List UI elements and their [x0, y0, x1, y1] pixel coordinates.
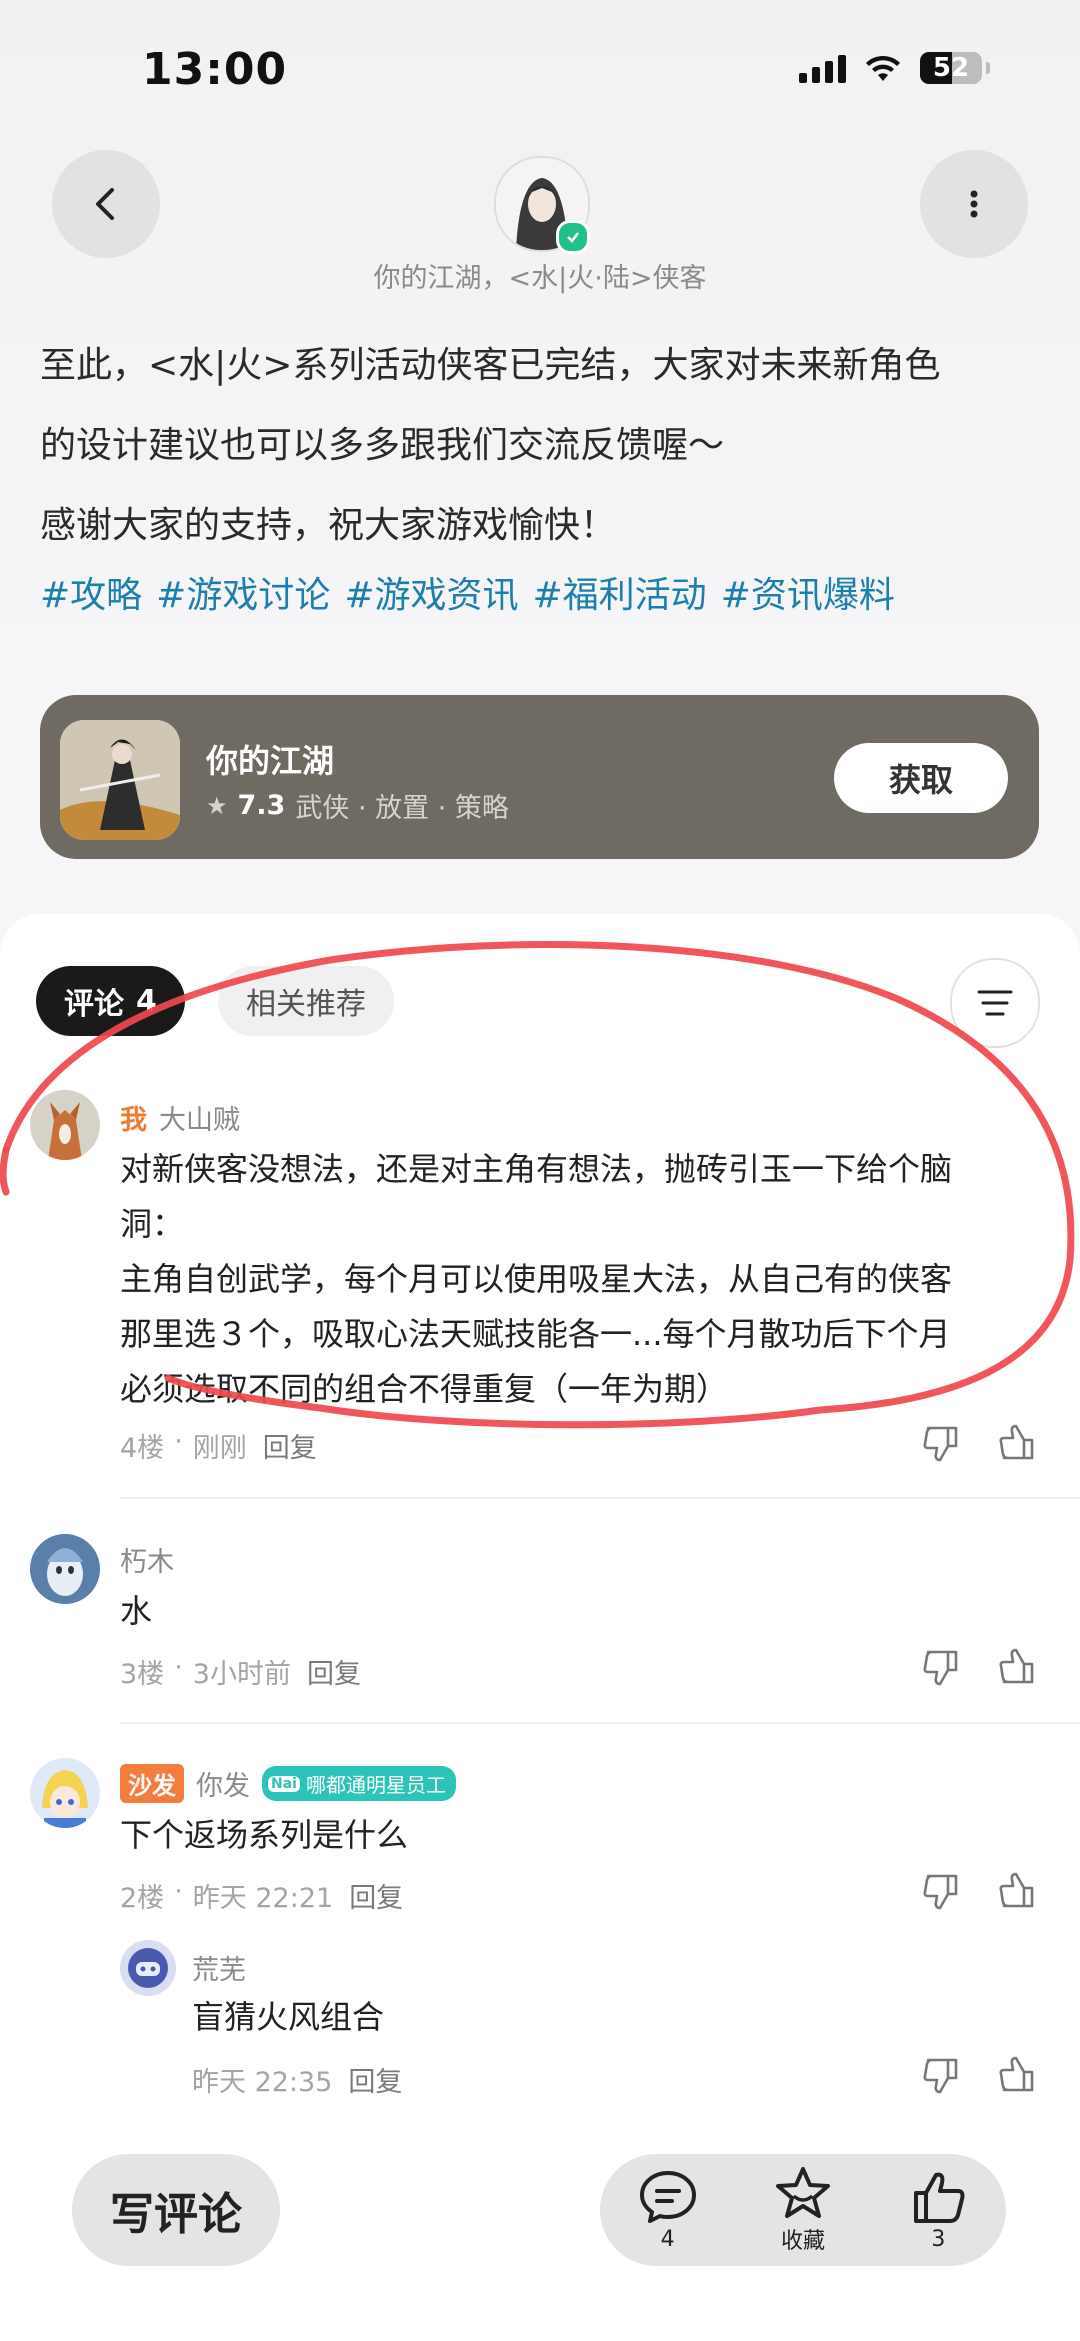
thumbs-up-icon	[999, 2056, 1034, 2092]
tag-link[interactable]: #攻略	[40, 566, 142, 618]
comment-time: 3小时前	[192, 1659, 291, 1690]
thumbs-up-icon	[999, 1872, 1034, 1908]
sofa-badge: 沙发	[120, 1764, 184, 1803]
thumbs-down-icon	[923, 1874, 958, 1910]
staff-badge-label: 哪都通明星员工	[305, 1773, 446, 1797]
verified-icon	[556, 220, 590, 254]
author-name[interactable]: 你的江湖，<水|火·陆>侠客	[0, 256, 1080, 295]
reply-meta: 昨天 22:35 回复	[192, 2060, 402, 2099]
get-game-button[interactable]: 获取	[834, 743, 1008, 813]
dislike-button[interactable]	[920, 1870, 962, 1916]
write-comment-button[interactable]: 写评论	[72, 2154, 280, 2266]
reply-button[interactable]: 回复	[307, 1652, 361, 1691]
reply-text: 盲猜火风组合	[192, 1998, 385, 2036]
battery-level: 52	[932, 53, 970, 83]
like-button[interactable]	[996, 1870, 1038, 1916]
action-pill: 4 收藏 3	[600, 2154, 1006, 2266]
tag-list: #攻略 #游戏讨论 #游戏资讯 #福利活动 #资讯爆料	[40, 566, 895, 618]
post-line: 的设计建议也可以多多跟我们交流反馈喔～	[40, 425, 725, 466]
more-button[interactable]	[920, 150, 1028, 258]
comment-bubble-icon	[639, 2170, 696, 2223]
comment-username[interactable]: 你发	[196, 1764, 250, 1803]
star-icon	[775, 2167, 830, 2218]
tag-link[interactable]: #资讯爆料	[721, 566, 895, 618]
avatar[interactable]	[30, 1534, 100, 1604]
comment-meta: 2楼 · 昨天 22:21 回复	[120, 1876, 404, 1915]
thumbs-down-icon	[923, 1650, 958, 1686]
dislike-button[interactable]	[920, 1646, 962, 1692]
more-vertical-icon	[970, 190, 978, 218]
battery-icon: 52	[920, 52, 982, 84]
thumbs-down-icon	[923, 2058, 958, 2094]
game-name: 你的江湖	[206, 742, 335, 780]
status-icons: 52	[799, 52, 990, 84]
comment-floor: 2楼	[120, 1883, 165, 1914]
post-line: 至此，<水|火>系列活动侠客已完结，大家对未来新角色	[40, 345, 941, 386]
post-body: 至此，<水|火>系列活动侠客已完结，大家对未来新角色 的设计建议也可以多多跟我们…	[40, 326, 1050, 566]
favorite-action[interactable]: 收藏	[773, 2165, 833, 2255]
comment-action[interactable]: 4	[638, 2169, 698, 2252]
favorite-label: 收藏	[780, 2229, 825, 2254]
tag-link[interactable]: #游戏资讯	[344, 566, 518, 618]
staff-badge: Nai 哪都通明星员工	[262, 1766, 456, 1801]
comment-username-row: 沙发 你发 Nai 哪都通明星员工	[120, 1764, 456, 1803]
reply-username[interactable]: 荒芜	[192, 1948, 246, 1987]
battery-tip	[986, 62, 990, 74]
signal-icon	[799, 53, 846, 83]
status-time: 13:00	[142, 44, 288, 95]
thumbs-up-icon	[999, 1648, 1034, 1684]
annotation-circle	[0, 941, 1075, 1429]
game-score: 7.3	[237, 790, 286, 821]
staff-badge-mark: Nai	[268, 1775, 300, 1792]
dislike-button[interactable]	[920, 2054, 962, 2100]
reply-username-row: 荒芜	[192, 1948, 246, 1987]
tag-link[interactable]: #福利活动	[533, 566, 707, 618]
avatar[interactable]	[120, 1940, 176, 1996]
like-count: 3	[931, 2226, 946, 2252]
like-action[interactable]: 3	[908, 2169, 968, 2252]
comment-username[interactable]: 朽木	[120, 1540, 174, 1579]
comment-count: 4	[660, 2226, 675, 2252]
comment-floor: 3楼	[120, 1659, 165, 1690]
tag-link[interactable]: #游戏讨论	[156, 566, 330, 618]
thumbs-up-icon	[914, 2172, 965, 2223]
reply-button[interactable]: 回复	[348, 2060, 402, 2099]
reply-button[interactable]: 回复	[349, 1876, 403, 1915]
like-button[interactable]	[996, 1646, 1038, 1692]
avatar[interactable]	[30, 1758, 100, 1828]
comment-text: 水	[120, 1592, 153, 1630]
chevron-left-icon	[96, 188, 114, 220]
post-line: 感谢大家的支持，祝大家游戏愉快！	[40, 505, 617, 546]
wifi-icon	[866, 55, 900, 81]
comment-time: 昨天 22:21	[192, 1883, 334, 1914]
game-genres: 武侠 · 放置 · 策略	[295, 793, 509, 824]
back-button[interactable]	[52, 150, 160, 258]
game-icon	[60, 720, 180, 840]
comment-username-row: 朽木	[120, 1540, 174, 1579]
comment-text: 下个返场系列是什么	[120, 1816, 409, 1854]
like-button[interactable]	[996, 2054, 1038, 2100]
game-meta: ★ 7.3 武侠 · 放置 · 策略	[206, 786, 509, 825]
reply-time: 昨天 22:35	[192, 2067, 333, 2098]
star-icon: ★	[206, 791, 228, 820]
comment-divider	[120, 1722, 1080, 1724]
comment-meta: 3楼 · 3小时前 回复	[120, 1652, 361, 1691]
